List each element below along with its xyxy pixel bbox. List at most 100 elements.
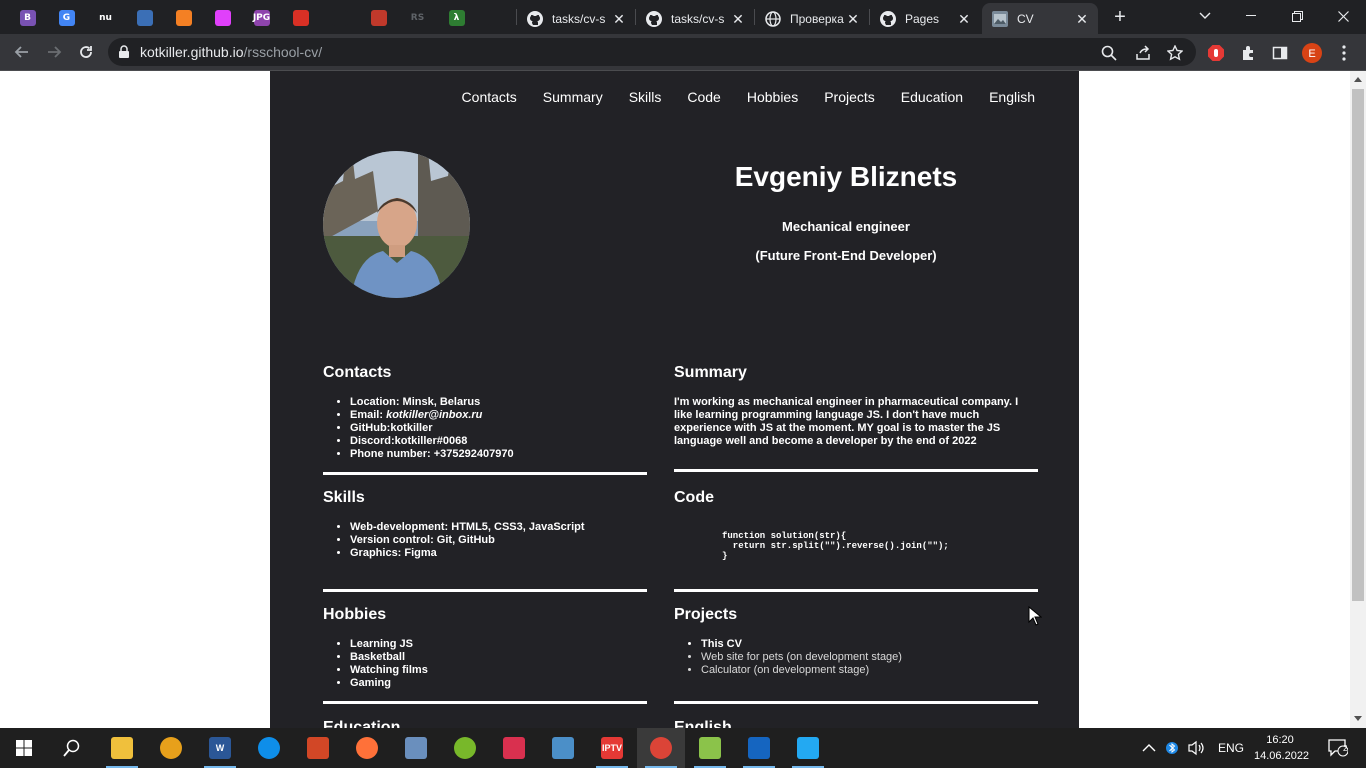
- pinned-tab[interactable]: [320, 5, 359, 31]
- search-button[interactable]: [48, 728, 96, 768]
- profile-avatar[interactable]: E: [1302, 43, 1322, 63]
- close-icon[interactable]: ✕: [730, 11, 746, 27]
- nav-link-hobbies[interactable]: Hobbies: [747, 89, 798, 105]
- reload-icon: [80, 46, 92, 58]
- section-divider: [674, 589, 1038, 592]
- taskbar-app[interactable]: [147, 728, 195, 768]
- close-icon[interactable]: ✕: [845, 11, 861, 27]
- pinned-tab[interactable]: [476, 5, 515, 31]
- taskbar-app[interactable]: [294, 728, 342, 768]
- tab-tasks-cv-2[interactable]: tasks/cv-s ✕: [636, 3, 754, 34]
- start-button[interactable]: [0, 728, 48, 768]
- volume-icon[interactable]: [1188, 740, 1206, 756]
- contacts-list: Location: Minsk, Belarus Email: kotkille…: [323, 396, 647, 461]
- section-title: Projects: [674, 606, 738, 623]
- pinned-tab[interactable]: B: [8, 5, 47, 31]
- pinned-tab[interactable]: λ: [437, 5, 476, 31]
- taskbar-app[interactable]: W: [196, 728, 244, 768]
- taskbar-app[interactable]: [490, 728, 538, 768]
- nav-link-contacts[interactable]: Contacts: [462, 89, 517, 105]
- section-english: English: [674, 719, 1038, 728]
- email-link[interactable]: kotkiller@inbox.ru: [386, 409, 482, 421]
- section-title: Skills: [323, 489, 365, 506]
- project-link[interactable]: This CV: [701, 638, 1038, 651]
- tab-pages[interactable]: Pages ✕: [870, 3, 980, 34]
- input-language[interactable]: ENG: [1218, 741, 1244, 755]
- taskbar-app[interactable]: [392, 728, 440, 768]
- tab-search-button[interactable]: [1182, 0, 1228, 32]
- bluetooth-icon[interactable]: [1166, 740, 1178, 756]
- lock-icon: [119, 45, 129, 58]
- clock[interactable]: 16:20 14.06.2022: [1254, 732, 1310, 764]
- tab-proverka[interactable]: Проверка ✕: [755, 3, 869, 34]
- forward-button[interactable]: [42, 40, 66, 64]
- pinned-tab[interactable]: nu: [86, 5, 125, 31]
- restore-button[interactable]: [1274, 0, 1320, 32]
- list-item: Web-development: HTML5, CSS3, JavaScript: [350, 521, 647, 534]
- pinned-tab[interactable]: G: [47, 5, 86, 31]
- nav-link-skills[interactable]: Skills: [629, 89, 662, 105]
- taskbar-app[interactable]: [539, 728, 587, 768]
- close-window-button[interactable]: [1320, 0, 1366, 32]
- scrollbar-thumb[interactable]: [1352, 89, 1364, 601]
- scroll-down-icon[interactable]: [1354, 716, 1362, 721]
- adblock-icon[interactable]: [1206, 43, 1226, 63]
- section-skills: Skills Web-development: HTML5, CSS3, Jav…: [323, 489, 647, 560]
- section-summary: Summary I'm working as mechanical engine…: [674, 364, 1038, 448]
- zoom-icon[interactable]: [1100, 44, 1118, 62]
- taskbar-app[interactable]: [441, 728, 489, 768]
- nav-link-summary[interactable]: Summary: [543, 89, 603, 105]
- tab-cv[interactable]: CV ✕: [982, 3, 1098, 34]
- pinned-tab[interactable]: [164, 5, 203, 31]
- browser-tab-strip: B Gnu JPG RS λ tasks/cv-s ✕ tasks/cv-s ✕ Про…: [0, 0, 1366, 34]
- puzzle-game-icon: [503, 737, 525, 759]
- list-item: Basketball: [350, 651, 647, 664]
- github-icon: [331, 10, 348, 26]
- tab-tasks-cv-1[interactable]: tasks/cv-s ✕: [517, 3, 635, 34]
- windows-logo-icon: [16, 740, 32, 756]
- reload-button[interactable]: [74, 40, 98, 64]
- pinned-tab[interactable]: JPG: [242, 5, 281, 31]
- extensions-puzzle-icon[interactable]: [1238, 43, 1258, 63]
- pinned-tab[interactable]: [203, 5, 242, 31]
- page-scrollbar[interactable]: [1350, 71, 1366, 728]
- pinned-tab[interactable]: RS: [398, 5, 437, 31]
- close-icon[interactable]: ✕: [956, 11, 972, 27]
- kebab-menu-icon[interactable]: [1334, 43, 1354, 63]
- pinned-tab[interactable]: [281, 5, 320, 31]
- taskbar-app[interactable]: [343, 728, 391, 768]
- section-divider: [674, 701, 1038, 704]
- nav-link-english[interactable]: English: [989, 89, 1035, 105]
- nav-link-projects[interactable]: Projects: [824, 89, 875, 105]
- close-icon[interactable]: ✕: [1074, 11, 1090, 27]
- address-bar[interactable]: kotkiller.github.io/rsschool-cv/: [108, 38, 1196, 66]
- back-button[interactable]: [10, 40, 34, 64]
- chrome-icon: [650, 737, 672, 759]
- bookmark-star-icon[interactable]: [1166, 44, 1184, 62]
- taskbar-app[interactable]: [637, 728, 685, 768]
- tab-label: tasks/cv-s: [671, 11, 725, 26]
- minimize-button[interactable]: [1228, 0, 1274, 32]
- nav-link-code[interactable]: Code: [687, 89, 720, 105]
- taskbar-app[interactable]: IPTV: [588, 728, 636, 768]
- scroll-up-icon[interactable]: [1354, 77, 1362, 82]
- taskbar-app[interactable]: [245, 728, 293, 768]
- pinned-tab[interactable]: [359, 5, 398, 31]
- nav-link-education[interactable]: Education: [901, 89, 963, 105]
- share-icon[interactable]: [1134, 44, 1152, 62]
- new-tab-button[interactable]: +: [1109, 6, 1131, 28]
- taskbar-app[interactable]: [98, 728, 146, 768]
- taskbar-app[interactable]: [686, 728, 734, 768]
- side-panel-icon[interactable]: [1270, 43, 1290, 63]
- taskbar-app[interactable]: [784, 728, 832, 768]
- list-item: Watching films: [350, 664, 647, 677]
- taskbar-app[interactable]: [735, 728, 783, 768]
- pinned-tab[interactable]: [125, 5, 164, 31]
- chevron-up-icon[interactable]: [1142, 744, 1156, 752]
- section-divider: [323, 472, 647, 475]
- close-icon[interactable]: ✕: [611, 11, 627, 27]
- clock-date: 14.06.2022: [1254, 750, 1310, 762]
- tab-label: tasks/cv-s: [552, 11, 606, 26]
- notification-center-button[interactable]: 2: [1314, 728, 1362, 768]
- save-disk-icon: [748, 737, 770, 759]
